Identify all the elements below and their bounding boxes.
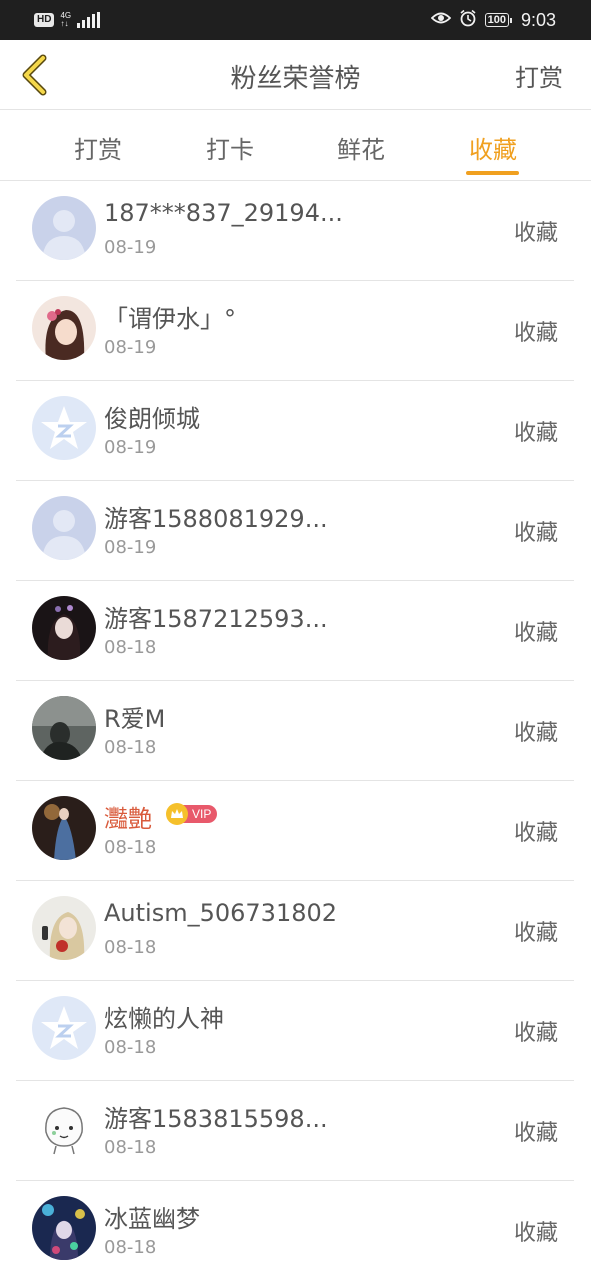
tab-flowers[interactable]: 鲜花 [301, 130, 421, 165]
list-item[interactable]: 灩艶 VIP 08-18 收藏 [16, 781, 574, 881]
photo-avatar-dark[interactable] [32, 596, 96, 660]
fan-date: 08-18 [104, 1237, 157, 1258]
star-logo-avatar[interactable] [32, 996, 96, 1060]
fan-action-label: 收藏 [513, 821, 558, 846]
fan-action-label: 收藏 [513, 921, 558, 946]
default-person-avatar[interactable] [32, 196, 96, 260]
fan-action-label: 收藏 [513, 521, 558, 546]
fan-name: 炫懒的人神 [104, 1005, 224, 1033]
fan-action-label: 收藏 [513, 1121, 558, 1146]
list-item[interactable]: 游客1587212593... 08-18 收藏 [16, 581, 574, 681]
clock: 9:03 [520, 9, 556, 30]
fan-action-label: 收藏 [513, 221, 558, 246]
cartoon-avatar[interactable] [32, 1096, 96, 1160]
list-item[interactable]: R爱M 08-18 收藏 [16, 681, 574, 781]
fan-action-label: 收藏 [513, 421, 558, 446]
photo-avatar-pink[interactable] [32, 296, 96, 360]
vip-badge: VIP [166, 803, 218, 825]
fan-date: 08-18 [104, 1137, 157, 1158]
tab-favorites[interactable]: 收藏 [433, 130, 553, 165]
fan-action-label: 收藏 [513, 721, 558, 746]
fan-date: 08-18 [104, 637, 157, 658]
status-bar: HD 4G ↑↓ 100 9:03 [0, 0, 591, 40]
fan-action-label: 收藏 [513, 1221, 558, 1246]
alarm-icon [459, 9, 477, 32]
status-right: 100 9:03 [430, 9, 556, 32]
fan-name: 「谓伊水」° [104, 305, 236, 333]
status-left: HD 4G ↑↓ [34, 11, 101, 28]
fan-action-label: 收藏 [513, 321, 558, 346]
fan-date: 08-19 [104, 337, 157, 358]
fan-name: Autism_506731802 [104, 899, 338, 927]
title-bar: 粉丝荣誉榜 打赏 [0, 40, 591, 110]
list-item[interactable]: 俊朗倾城 08-19 收藏 [16, 381, 574, 481]
hd-badge: HD [34, 13, 55, 27]
tab-bar: 打赏 打卡 鲜花 收藏 [0, 110, 591, 181]
list-item[interactable]: 「谓伊水」° 08-19 收藏 [16, 281, 574, 381]
list-item[interactable]: 游客1583815598... 08-18 收藏 [16, 1081, 574, 1181]
photo-avatar-light[interactable] [32, 896, 96, 960]
list-item[interactable]: 游客1588081929... 08-19 收藏 [16, 481, 574, 581]
fan-date: 08-18 [104, 937, 157, 958]
fan-action-label: 收藏 [513, 621, 558, 646]
default-person-avatar[interactable] [32, 496, 96, 560]
photo-avatar-gray[interactable] [32, 696, 96, 760]
fan-date: 08-19 [104, 237, 157, 258]
list-item[interactable]: 冰蓝幽梦 08-18 收藏 [16, 1181, 574, 1280]
fan-date: 08-18 [104, 1037, 157, 1058]
fan-action-label: 收藏 [513, 1021, 558, 1046]
reward-button[interactable]: 打赏 [515, 58, 563, 93]
active-tab-indicator [466, 171, 519, 175]
tab-checkin[interactable]: 打卡 [170, 130, 290, 165]
fan-name: 187***837_29194... [104, 199, 343, 227]
fan-name: R爱M [104, 705, 166, 733]
signal-icon [77, 12, 101, 28]
fan-name: 游客1588081929... [104, 505, 328, 533]
crown-icon [166, 803, 188, 825]
fan-name: 灩艶 [104, 805, 152, 833]
fan-name: 游客1587212593... [104, 605, 328, 633]
fan-name: 俊朗倾城 [104, 405, 200, 433]
battery-icon: 100 [484, 13, 513, 27]
fan-name: 游客1583815598... [104, 1105, 328, 1133]
fan-date: 08-18 [104, 737, 157, 758]
fan-list: 187***837_29194... 08-19 收藏 「谓伊水」° 08-19… [0, 181, 591, 1280]
fan-date: 08-19 [104, 437, 157, 458]
tab-reward[interactable]: 打赏 [38, 130, 158, 165]
page-title: 粉丝荣誉榜 [230, 64, 361, 94]
fan-date: 08-18 [104, 837, 157, 858]
photo-avatar-blue[interactable] [32, 796, 96, 860]
photo-avatar-colorful[interactable] [32, 1196, 96, 1260]
list-item[interactable]: Autism_506731802 08-18 收藏 [16, 881, 574, 981]
eye-icon [430, 11, 451, 30]
network-type: 4G ↑↓ [60, 11, 72, 28]
fan-name: 冰蓝幽梦 [104, 1205, 200, 1233]
list-item[interactable]: 炫懒的人神 08-18 收藏 [16, 981, 574, 1081]
fan-date: 08-19 [104, 537, 157, 558]
star-logo-avatar[interactable] [32, 396, 96, 460]
list-item[interactable]: 187***837_29194... 08-19 收藏 [16, 181, 574, 281]
